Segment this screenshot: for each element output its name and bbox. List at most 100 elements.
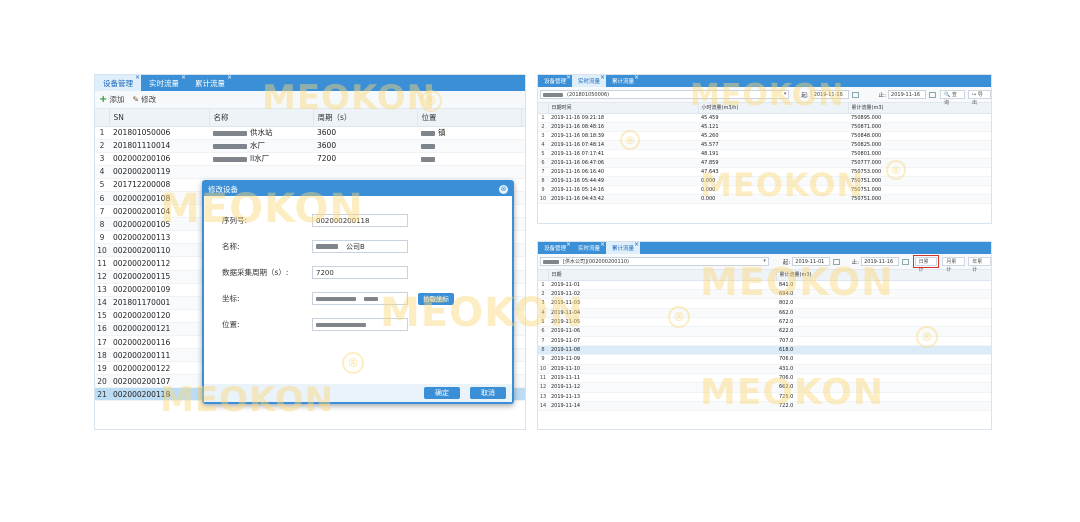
table-row[interactable]: 1 2019-11-16 09:21:18 45.459 750895.000 (538, 113, 991, 123)
tab-close-icon[interactable]: × (634, 75, 639, 81)
table-row[interactable]: 3 2019-11-03 802.0 (538, 298, 991, 309)
col-total-flow[interactable]: 累计流量(m3) (776, 270, 991, 281)
col-period[interactable]: 周期（s） (313, 109, 418, 127)
device-select[interactable]: (201801050006) ▾ (540, 90, 790, 99)
coord-field[interactable] (312, 292, 408, 305)
sn-cell: 201801110014 (109, 139, 209, 153)
col-name[interactable]: 名称 (209, 109, 314, 127)
tab-device-management[interactable]: 设备管理 × (95, 75, 141, 91)
from-date-input[interactable]: 2019-11-16 (810, 90, 849, 99)
table-row[interactable]: 2 2019-11-16 08:48:16 45.121 750871.000 (538, 122, 991, 132)
close-icon[interactable]: ⊗ (499, 184, 508, 194)
export-button[interactable]: ↪ 导出 (967, 90, 991, 106)
row-index: 2 (538, 122, 548, 132)
table-row[interactable]: 7 2019-11-07 707.0 (538, 336, 991, 346)
edit-button[interactable]: ✎ 修改 (132, 94, 156, 105)
total-flow-cell: 662.0 (776, 382, 991, 393)
calendar-icon[interactable] (901, 258, 909, 265)
tab-close-icon[interactable]: × (135, 75, 140, 81)
table-row[interactable]: 4 002000200119 (95, 165, 525, 179)
tab-device-management[interactable]: 设备管理 × (538, 75, 572, 87)
device-select[interactable]: [供水公司](002000200110) ▾ (540, 257, 769, 266)
to-label: 止: (878, 92, 887, 99)
row-index: 1 (95, 126, 109, 140)
tab-label: 设备管理 (544, 79, 567, 85)
table-row[interactable]: 4 2019-11-16 07:48:14 45.577 750825.000 (538, 140, 991, 150)
table-row[interactable]: 14 2019-11-14 722.0 (538, 401, 991, 412)
row-index: 6 (538, 158, 548, 169)
name-cell (209, 165, 313, 179)
cancel-button[interactable]: 取消 (470, 387, 506, 399)
table-row[interactable]: 4 2019-11-04 662.0 (538, 308, 991, 318)
table-row[interactable]: 5 2019-11-16 07:17:41 48.191 750801.000 (538, 149, 991, 159)
calendar-icon[interactable] (832, 258, 840, 265)
row-index: 6 (95, 191, 109, 206)
table-row[interactable]: 9 2019-11-09 706.0 (538, 354, 991, 365)
col-sn[interactable]: SN (109, 109, 210, 127)
calendar-icon[interactable] (851, 91, 859, 98)
row-index: 10 (95, 243, 109, 258)
table-row[interactable]: 5 2019-11-05 672.0 (538, 317, 991, 328)
total-flow-cell: 722.0 (776, 401, 991, 412)
table-row[interactable]: 12 2019-11-12 662.0 (538, 382, 991, 393)
table-row[interactable]: 1 201801050006 供水站 3600 镇 (95, 126, 525, 140)
daily-total-button[interactable]: 日累计 (912, 255, 940, 273)
position-field[interactable] (312, 318, 408, 331)
from-date-input[interactable]: 2019-11-01 (792, 257, 830, 266)
pick-coordinate-button[interactable]: 拾取坐标 (418, 292, 454, 305)
tab-close-icon[interactable]: × (634, 242, 639, 248)
row-index: 3 (95, 152, 109, 166)
table-row[interactable]: 10 2019-11-10 431.0 (538, 364, 991, 374)
position-text: 镇 (438, 128, 446, 138)
tab-close-icon[interactable]: × (600, 242, 605, 248)
tab-realtime-flow[interactable]: 实时流量 × (572, 242, 606, 254)
table-row[interactable]: 10 2019-11-16 04:43:42 0.000 750751.000 (538, 194, 991, 205)
col-datetime[interactable]: 日期时间 (548, 103, 699, 114)
col-index (538, 270, 549, 281)
tab-realtime-flow[interactable]: 实时流量 × (141, 75, 187, 91)
table-row[interactable]: 3 002000200106 ll水厂 7200 (95, 152, 525, 166)
tab-close-icon[interactable]: × (566, 242, 571, 248)
table-row[interactable]: 8 2019-11-08 618.0 (538, 345, 991, 356)
tab-cumulative-flow[interactable]: 累计流量 × (606, 75, 640, 87)
col-date[interactable]: 日期 (548, 270, 777, 281)
tab-cumulative-flow[interactable]: 累计流量 × (187, 75, 233, 91)
name-field[interactable]: 公司B (312, 240, 408, 253)
table-row[interactable]: 7 2019-11-16 06:16:40 47.643 750753.000 (538, 167, 991, 178)
table-row[interactable]: 2 2019-11-02 694.0 (538, 289, 991, 300)
table-row[interactable]: 2 201801110014 水厂 3600 (95, 139, 525, 153)
table-row[interactable]: 3 2019-11-16 08:18:39 45.260 750848.000 (538, 131, 991, 141)
period-field[interactable]: 7200 (312, 266, 408, 279)
col-position[interactable]: 位置 (417, 109, 522, 127)
tab-close-icon[interactable]: × (566, 75, 571, 81)
table-row[interactable]: 9 2019-11-16 05:14:16 0.000 750751.000 (538, 185, 991, 196)
extra-cell (521, 204, 525, 219)
row-index: 3 (538, 131, 548, 141)
add-button[interactable]: + 添加 (99, 94, 124, 105)
tab-realtime-flow[interactable]: 实时流量 × (572, 75, 607, 87)
calendar-icon[interactable] (929, 91, 937, 98)
tab-close-icon[interactable]: × (600, 75, 605, 81)
table-row[interactable]: 6 2019-11-16 06:47:06 47.859 750777.000 (538, 158, 991, 169)
yearly-total-button[interactable]: 年累计 (968, 257, 991, 273)
position-label: 位置: (222, 320, 240, 329)
col-hourly-flow[interactable]: 小时流量(m3/h) (698, 103, 849, 114)
col-total-flow[interactable]: 累计流量(m3) (848, 103, 991, 114)
tab-close-icon[interactable]: × (227, 75, 232, 81)
table-row[interactable]: 8 2019-11-16 05:44:49 0.000 750751.000 (538, 176, 991, 187)
table-row[interactable]: 11 2019-11-11 706.0 (538, 373, 991, 384)
monthly-total-button[interactable]: 月累计 (942, 257, 966, 273)
serial-field[interactable]: 002000200118 (312, 214, 408, 227)
row-index: 14 (538, 401, 548, 412)
table-row[interactable]: 13 2019-11-13 725.0 (538, 392, 991, 402)
tab-close-icon[interactable]: × (181, 75, 186, 81)
query-button[interactable]: 🔍 查询 (940, 90, 965, 106)
ok-button[interactable]: 确定 (424, 387, 460, 399)
row-index: 8 (538, 345, 548, 356)
tab-device-management[interactable]: 设备管理 × (538, 242, 572, 254)
table-row[interactable]: 6 2019-11-06 622.0 (538, 326, 991, 337)
to-date-input[interactable]: 2019-11-16 (861, 257, 899, 266)
to-date-input[interactable]: 2019-11-16 (888, 90, 927, 99)
tab-cumulative-flow[interactable]: 累计流量 × (606, 242, 641, 254)
table-row[interactable]: 1 2019-11-01 841.0 (538, 280, 991, 290)
